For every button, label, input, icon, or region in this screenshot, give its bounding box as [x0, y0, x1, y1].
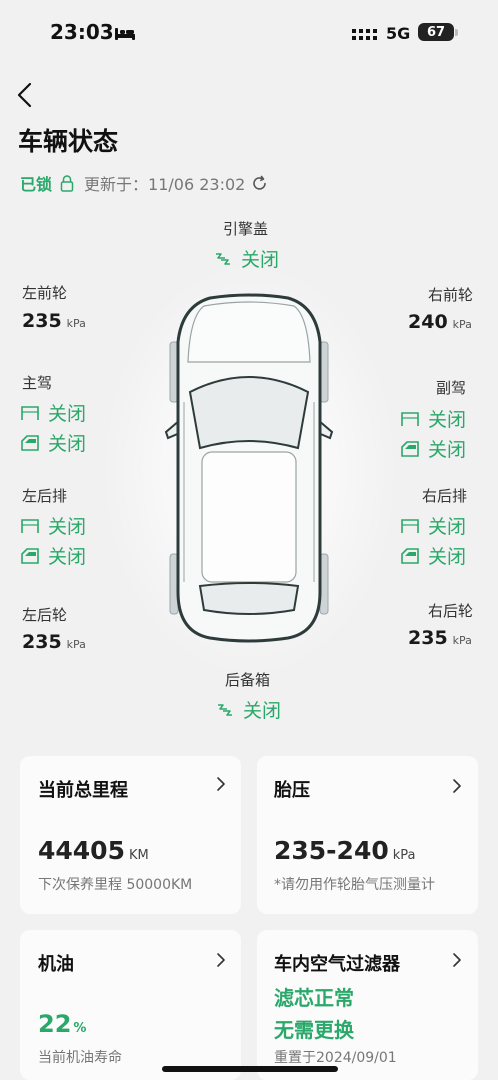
- rear-right-door-text: 关闭: [428, 516, 467, 538]
- front-right-tire-pressure: 240 kPa: [408, 311, 472, 333]
- passenger-window-text: 关闭: [428, 439, 467, 461]
- passenger-door-status: 关闭: [400, 405, 466, 432]
- trunk-status: 关闭: [215, 696, 281, 723]
- rear-left-tire-pressure: 235 kPa: [22, 631, 86, 653]
- tire-pressure-card[interactable]: 胎压 235-240 kPa *请勿用作轮胎气压测量计: [257, 756, 478, 914]
- chevron-right-icon: [217, 777, 225, 791]
- lock-icon: [60, 174, 74, 192]
- rear-left-window-status: 关闭: [20, 542, 86, 569]
- air-filter-reset-date: 重置于2024/09/01: [274, 1050, 397, 1066]
- rear-right-door-status: 关闭: [400, 512, 466, 539]
- trunk-icon: [218, 703, 232, 716]
- front-right-tire-value: 240: [408, 311, 448, 333]
- hood-status-text: 关闭: [241, 249, 280, 271]
- bed-icon: [115, 28, 135, 40]
- rear-right-window-text: 关闭: [428, 546, 467, 568]
- rear-left-door-text: 关闭: [48, 516, 87, 538]
- rear-right-tire-value: 235: [408, 627, 448, 649]
- passenger-window-status: 关闭: [400, 435, 466, 462]
- air-filter-card-title: 车内空气过滤器: [274, 954, 400, 975]
- mileage-value: 44405 KM: [38, 836, 149, 865]
- air-filter-status: 滤芯正常: [274, 986, 354, 1010]
- mileage-number: 44405: [38, 836, 125, 865]
- oil-card[interactable]: 机油 22% 当前机油寿命: [20, 930, 241, 1080]
- hood-label: 引擎盖: [223, 220, 269, 238]
- battery-tip: [455, 29, 458, 36]
- battery-indicator: 67: [418, 23, 454, 41]
- tire-pressure-number: 235-240: [274, 836, 389, 865]
- air-filter-card[interactable]: 车内空气过滤器 滤芯正常 无需更换 重置于2024/09/01: [257, 930, 478, 1080]
- rear-left-door-status: 关闭: [20, 512, 86, 539]
- next-service-text: 下次保养里程 50000KM: [38, 877, 193, 893]
- mileage-unit: KM: [128, 848, 149, 863]
- rear-left-tire-label: 左后轮: [22, 606, 68, 624]
- rear-right-tire-label: 右后轮: [428, 602, 474, 620]
- rear-left-window-text: 关闭: [48, 546, 87, 568]
- update-time: 更新于：11/06 23:02: [84, 175, 246, 194]
- front-left-tire-value: 235: [22, 310, 62, 332]
- tire-pressure-unit: kPa: [392, 848, 416, 863]
- rear-right-tire-pressure: 235 kPa: [408, 627, 472, 649]
- rear-right-tire-unit: kPa: [452, 634, 472, 647]
- front-left-tire-label: 左前轮: [22, 284, 68, 302]
- door-icon: [401, 411, 419, 426]
- oil-life-unit: %: [73, 1021, 87, 1036]
- window-icon: [401, 440, 419, 457]
- window-icon: [21, 434, 39, 451]
- network-type: 5G: [386, 24, 411, 43]
- driver-label: 主驾: [22, 374, 53, 392]
- front-right-tire-label: 右前轮: [428, 286, 474, 304]
- mileage-card-title: 当前总里程: [38, 780, 128, 801]
- front-left-tire-pressure: 235 kPa: [22, 310, 86, 332]
- driver-window-status: 关闭: [20, 429, 86, 456]
- signal-icon: [352, 29, 377, 40]
- oil-life-label: 当前机油寿命: [38, 1050, 122, 1066]
- car-top-view: [164, 293, 334, 643]
- page-title: 车辆状态: [18, 127, 119, 156]
- passenger-door-text: 关闭: [428, 409, 467, 431]
- door-icon: [401, 518, 419, 533]
- door-icon: [21, 405, 39, 420]
- oil-life-value: 22%: [38, 1010, 86, 1038]
- back-icon[interactable]: [14, 80, 38, 110]
- home-indicator[interactable]: [162, 1066, 338, 1072]
- driver-door-text: 关闭: [48, 403, 87, 425]
- status-time: 23:03: [50, 20, 114, 44]
- driver-window-text: 关闭: [48, 433, 87, 455]
- oil-card-title: 机油: [38, 954, 74, 975]
- chevron-right-icon: [453, 953, 461, 967]
- rear-left-seat-label: 左后排: [22, 487, 68, 505]
- tire-pressure-note: *请勿用作轮胎气压测量计: [274, 877, 435, 893]
- rear-right-seat-label: 右后排: [422, 487, 468, 505]
- lock-state: 已锁: [20, 175, 53, 194]
- tire-pressure-value: 235-240 kPa: [274, 836, 416, 865]
- chevron-right-icon: [217, 953, 225, 967]
- driver-door-status: 关闭: [20, 399, 86, 426]
- hood-status: 关闭: [213, 245, 279, 272]
- trunk-status-text: 关闭: [243, 700, 282, 722]
- air-filter-advice: 无需更换: [274, 1018, 354, 1042]
- rear-left-tire-value: 235: [22, 631, 62, 653]
- mileage-card[interactable]: 当前总里程 44405 KM 下次保养里程 50000KM: [20, 756, 241, 914]
- oil-life-number: 22: [38, 1010, 72, 1038]
- chevron-right-icon: [453, 779, 461, 793]
- tire-pressure-card-title: 胎压: [274, 780, 310, 801]
- passenger-label: 副驾: [436, 379, 467, 397]
- rear-right-window-status: 关闭: [400, 542, 466, 569]
- lock-status-row: 已锁 更新于：11/06 23:02: [20, 171, 268, 195]
- trunk-label: 后备箱: [225, 671, 271, 689]
- refresh-icon[interactable]: [251, 175, 268, 192]
- door-icon: [21, 518, 39, 533]
- window-icon: [401, 547, 419, 564]
- window-icon: [21, 547, 39, 564]
- front-left-tire-unit: kPa: [66, 317, 86, 330]
- front-right-tire-unit: kPa: [452, 318, 472, 331]
- hood-icon: [216, 252, 230, 265]
- rear-left-tire-unit: kPa: [66, 638, 86, 651]
